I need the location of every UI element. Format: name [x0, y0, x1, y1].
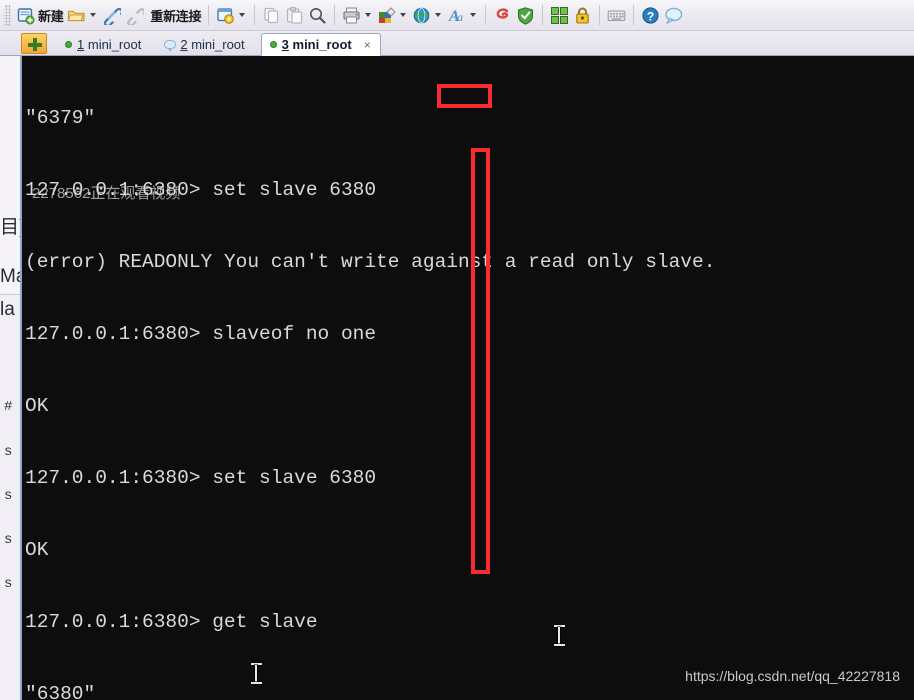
session-tab-2[interactable]: 2 mini_root — [155, 33, 254, 55]
terminal-line: "6379" — [25, 107, 96, 129]
background-glyph: s — [4, 532, 13, 548]
toolbar-help-button[interactable]: ? — [639, 3, 662, 28]
toolbar-separator — [485, 5, 487, 25]
session-bubble-icon — [164, 39, 177, 52]
toolbar-separator — [208, 5, 210, 25]
svg-text:?: ? — [647, 9, 654, 23]
session-tab-bar: 1 mini_root 2 mini_root 3 mini_root × — [0, 31, 914, 56]
toolbar-drag-grip[interactable] — [4, 4, 11, 26]
help-question-icon: ? — [641, 6, 660, 25]
keyboard-icon — [607, 6, 626, 25]
connected-status-dot — [65, 40, 72, 48]
toolbar-paste-button — [283, 3, 306, 28]
toolbar-chat-button[interactable] — [662, 3, 685, 28]
terminal-line: OK — [25, 395, 49, 417]
green-shield-icon — [516, 6, 535, 25]
background-window-upper-pane — [0, 32, 20, 292]
font-a-icon: A a — [447, 6, 466, 25]
globe-icon — [412, 6, 431, 25]
toolbar-sftp-browser-button[interactable] — [491, 3, 514, 28]
padlock-icon — [573, 6, 592, 25]
toolbar-open-folder-button[interactable] — [65, 3, 100, 28]
paste-icon — [285, 6, 304, 25]
terminal-line: "6380" — [25, 683, 96, 700]
toolbar-separator — [334, 5, 336, 25]
background-glyph: s — [4, 576, 13, 592]
session-tab-3-title: mini_root — [292, 37, 352, 52]
copy-icon — [262, 6, 281, 25]
toolbar-new-session-button[interactable]: 新建 — [14, 3, 65, 28]
background-glyph: 目) — [0, 218, 20, 237]
connected-status-dot — [269, 41, 277, 48]
terminal-line: 127.0.0.1:6380> slaveof no one — [25, 323, 377, 345]
toolbar-color-scheme-button[interactable] — [375, 3, 410, 28]
background-glyph: s — [4, 488, 13, 504]
background-glyph: # — [4, 399, 13, 415]
session-tab-2-title: mini_root — [191, 36, 245, 52]
terminal-screen[interactable]: "6379" 127.0.0.1:6380> set slave 6380 (e… — [22, 56, 914, 700]
link-broken-icon — [125, 6, 146, 27]
magnifier-icon — [308, 6, 327, 25]
terminal-line: OK — [25, 539, 49, 561]
session-tab-2-number: 2 — [180, 36, 188, 52]
properties-gear-icon — [216, 6, 235, 25]
toolbar-reconnect-button[interactable]: 重新连接 — [146, 3, 203, 28]
background-window[interactable]: 目) Ma la # s s s s — [0, 32, 22, 700]
toolbar-separator — [542, 5, 544, 25]
terminal-line: (error) READONLY You can't write against… — [25, 251, 716, 273]
chevron-down-icon[interactable] — [470, 13, 477, 17]
session-tab-3-number: 3 — [281, 37, 289, 52]
terminal-output: "6379" 127.0.0.1:6380> set slave 6380 (e… — [22, 56, 715, 700]
terminal-line: 127.0.0.1:6380> get slave — [25, 611, 318, 633]
toolbar-separator — [633, 5, 635, 25]
session-tab-1-number: 1 — [77, 36, 85, 52]
blog-url-watermark: https://blog.csdn.net/qq_42227818 — [685, 668, 900, 684]
toolbar-lock-button[interactable] — [571, 3, 594, 28]
background-glyph: la — [0, 300, 15, 319]
chevron-down-icon[interactable] — [90, 13, 97, 17]
toolbar-keyboard-button — [605, 3, 628, 28]
close-icon[interactable]: × — [364, 38, 371, 52]
toolbar-separator — [254, 5, 256, 25]
toolbar-print-button[interactable] — [340, 3, 375, 28]
open-folder-icon — [67, 6, 86, 25]
tile-windows-icon — [550, 6, 569, 25]
chevron-down-icon[interactable] — [365, 13, 372, 17]
session-tab-3[interactable]: 3 mini_root × — [260, 33, 381, 56]
terminal-line: 127.0.0.1:6380> set slave 6380 — [25, 179, 377, 201]
session-tab-1[interactable]: 1 mini_root — [56, 33, 151, 55]
toolbar-new-session-label: 新建 — [38, 8, 64, 24]
chevron-down-icon[interactable] — [239, 13, 246, 17]
session-tab-1-title: mini_root — [87, 36, 142, 52]
toolbar-properties-button[interactable] — [214, 3, 249, 28]
speech-bubble-icon — [664, 6, 683, 25]
background-glyph: Ma — [0, 267, 20, 286]
printer-icon — [342, 6, 361, 25]
toolbar-separator — [599, 5, 601, 25]
chevron-down-icon[interactable] — [435, 13, 442, 17]
toolbar-font-button[interactable]: A a — [445, 3, 480, 28]
new-tab-button[interactable] — [21, 33, 47, 54]
color-palette-icon — [377, 6, 396, 25]
toolbar-find-button[interactable] — [306, 3, 329, 28]
new-document-icon — [16, 6, 35, 25]
xshell-window: 目) Ma la # s s s s 新建 — [0, 0, 914, 700]
red-swirl-icon — [493, 6, 512, 25]
background-glyph: s — [4, 444, 13, 460]
toolbar-arrange-windows-button[interactable] — [548, 3, 571, 28]
chevron-down-icon[interactable] — [400, 13, 407, 17]
toolbar-copy-button — [260, 3, 283, 28]
toolbar: 新建 重新连接 A a ? — [0, 0, 914, 31]
toolbar-web-transfer-button[interactable] — [410, 3, 445, 28]
link-connect-icon — [102, 6, 124, 27]
toolbar-disconnect-button — [123, 3, 146, 28]
toolbar-file-transfer-button[interactable] — [514, 3, 537, 28]
terminal-line: 127.0.0.1:6380> set slave 6380 — [25, 467, 377, 489]
svg-text:a: a — [457, 10, 463, 24]
toolbar-reconnect-label: 重新连接 — [150, 8, 202, 24]
toolbar-connect-button[interactable] — [100, 3, 124, 28]
